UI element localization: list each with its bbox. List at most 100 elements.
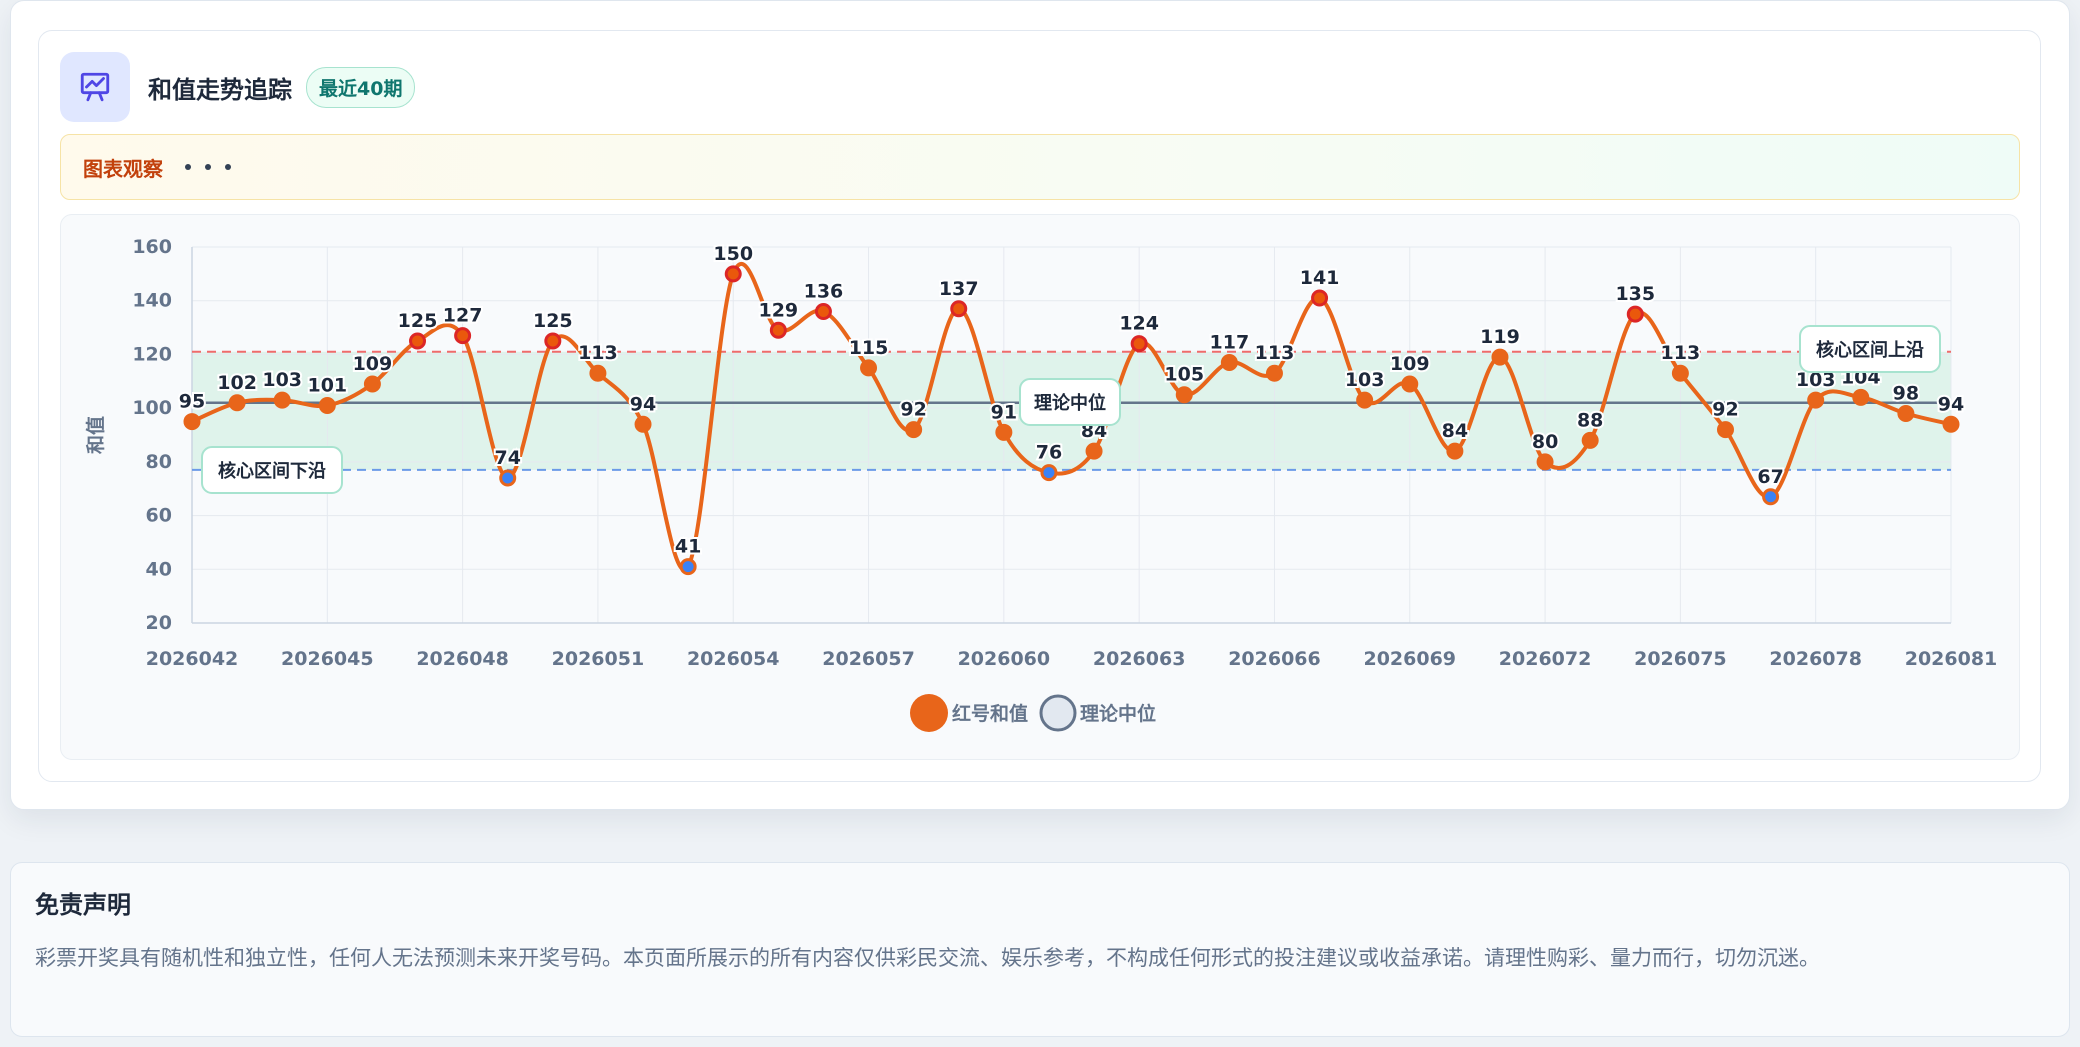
legend-label-median[interactable]: 理论中位 bbox=[1080, 702, 1156, 725]
data-label: 84 bbox=[1442, 420, 1468, 442]
period-badge: 最近40期 bbox=[306, 66, 416, 108]
data-label: 103 bbox=[1345, 369, 1385, 391]
y-tick-label: 120 bbox=[132, 343, 172, 365]
x-tick-label: 2026060 bbox=[958, 648, 1051, 670]
data-point[interactable] bbox=[1311, 289, 1329, 307]
data-point[interactable] bbox=[634, 415, 652, 433]
data-label: 102 bbox=[217, 372, 257, 394]
data-point[interactable] bbox=[499, 469, 517, 487]
data-label: 125 bbox=[533, 310, 573, 332]
data-point[interactable] bbox=[1356, 391, 1374, 409]
data-point[interactable] bbox=[905, 421, 923, 439]
data-point[interactable] bbox=[183, 413, 201, 431]
data-point[interactable] bbox=[1491, 348, 1509, 366]
data-label: 113 bbox=[1661, 342, 1701, 364]
data-point[interactable] bbox=[589, 364, 607, 382]
data-label: 109 bbox=[353, 353, 393, 375]
disclaimer-panel: 免责声明 彩票开奖具有随机性和独立性，任何人无法预测未来开奖号码。本页面所展示的… bbox=[10, 862, 2070, 1037]
data-point[interactable] bbox=[1581, 431, 1599, 449]
data-point[interactable] bbox=[814, 302, 832, 320]
upper-bound-annotation-label: 核心区间上沿 bbox=[1816, 339, 1924, 361]
data-label: 109 bbox=[1390, 353, 1430, 375]
x-tick-label: 2026072 bbox=[1499, 648, 1592, 670]
data-point[interactable] bbox=[679, 558, 697, 576]
data-label: 136 bbox=[804, 280, 844, 302]
data-label: 80 bbox=[1532, 431, 1558, 453]
data-point[interactable] bbox=[1626, 305, 1644, 323]
disclaimer-text: 彩票开奖具有随机性和独立性，任何人无法预测未来开奖号码。本页面所展示的所有内容仅… bbox=[35, 946, 1820, 970]
data-point[interactable] bbox=[1716, 421, 1734, 439]
median-annotation-label: 理论中位 bbox=[1034, 392, 1106, 414]
data-point[interactable] bbox=[1085, 442, 1103, 460]
data-label: 135 bbox=[1615, 283, 1655, 305]
data-point[interactable] bbox=[409, 332, 427, 350]
data-point[interactable] bbox=[1265, 364, 1283, 382]
y-tick-label: 40 bbox=[146, 558, 172, 580]
x-tick-label: 2026066 bbox=[1228, 648, 1321, 670]
data-label: 74 bbox=[494, 447, 520, 469]
data-point[interactable] bbox=[1762, 488, 1780, 506]
data-point[interactable] bbox=[318, 396, 336, 414]
x-tick-label: 2026057 bbox=[822, 648, 915, 670]
data-label: 91 bbox=[991, 401, 1017, 423]
data-label: 95 bbox=[179, 391, 205, 413]
x-tick-label: 2026054 bbox=[687, 648, 780, 670]
y-tick-label: 160 bbox=[132, 236, 172, 258]
x-tick-label: 2026075 bbox=[1634, 648, 1727, 670]
y-tick-label: 140 bbox=[132, 290, 172, 312]
data-point[interactable] bbox=[454, 327, 472, 345]
data-label: 88 bbox=[1577, 409, 1603, 431]
observation-label: 图表观察 bbox=[83, 156, 163, 181]
data-point[interactable] bbox=[1401, 375, 1419, 393]
data-point[interactable] bbox=[1446, 442, 1464, 460]
y-tick-label: 80 bbox=[146, 451, 172, 473]
data-point[interactable] bbox=[1175, 386, 1193, 404]
data-point[interactable] bbox=[724, 265, 742, 283]
x-tick-label: 2026078 bbox=[1769, 648, 1862, 670]
data-point[interactable] bbox=[544, 332, 562, 350]
data-label: 117 bbox=[1210, 331, 1250, 353]
data-label: 137 bbox=[939, 278, 979, 300]
legend-swatch-sum[interactable] bbox=[910, 694, 948, 732]
chart-observation-bar[interactable]: 图表观察 bbox=[60, 134, 2020, 200]
legend-label-sum[interactable]: 红号和值 bbox=[952, 702, 1028, 725]
data-point[interactable] bbox=[1671, 364, 1689, 382]
data-point[interactable] bbox=[1942, 415, 1960, 433]
data-point[interactable] bbox=[1040, 464, 1058, 482]
x-tick-label: 2026081 bbox=[1905, 648, 1998, 670]
data-point[interactable] bbox=[995, 423, 1013, 441]
data-label: 41 bbox=[675, 536, 701, 558]
data-point[interactable] bbox=[1807, 391, 1825, 409]
data-point[interactable] bbox=[1852, 388, 1870, 406]
data-point[interactable] bbox=[1897, 405, 1915, 423]
data-point[interactable] bbox=[1130, 335, 1148, 353]
data-point[interactable] bbox=[950, 300, 968, 318]
data-label: 115 bbox=[849, 337, 889, 359]
y-tick-label: 60 bbox=[146, 505, 172, 527]
data-label: 76 bbox=[1036, 442, 1062, 464]
legend-swatch-median[interactable] bbox=[1039, 694, 1077, 732]
data-label: 124 bbox=[1119, 313, 1159, 335]
y-axis-label: 和值 bbox=[84, 416, 107, 454]
data-label: 119 bbox=[1480, 326, 1520, 348]
page-title: 和值走势追踪 bbox=[148, 75, 292, 104]
data-point[interactable] bbox=[273, 391, 291, 409]
data-label: 113 bbox=[1255, 342, 1295, 364]
data-point[interactable] bbox=[860, 359, 878, 377]
data-label: 92 bbox=[900, 399, 926, 421]
data-label: 92 bbox=[1712, 399, 1738, 421]
data-point[interactable] bbox=[1536, 453, 1554, 471]
data-label: 94 bbox=[630, 393, 656, 415]
y-tick-label: 20 bbox=[146, 612, 172, 634]
more-dots-icon[interactable] bbox=[185, 164, 231, 170]
sum-trend-chart: 20 40 60 80 100 120 140 160 2026042 2026045 202604… bbox=[84, 236, 1998, 732]
data-point[interactable] bbox=[363, 375, 381, 393]
data-point[interactable] bbox=[769, 321, 787, 339]
x-tick-label: 2026063 bbox=[1093, 648, 1186, 670]
card-header: 和值走势追踪 最近40期 bbox=[60, 52, 416, 122]
data-point[interactable] bbox=[228, 394, 246, 412]
data-label: 101 bbox=[307, 374, 347, 396]
data-point[interactable] bbox=[1220, 353, 1238, 371]
data-label: 150 bbox=[713, 243, 753, 265]
data-label: 67 bbox=[1757, 466, 1783, 488]
